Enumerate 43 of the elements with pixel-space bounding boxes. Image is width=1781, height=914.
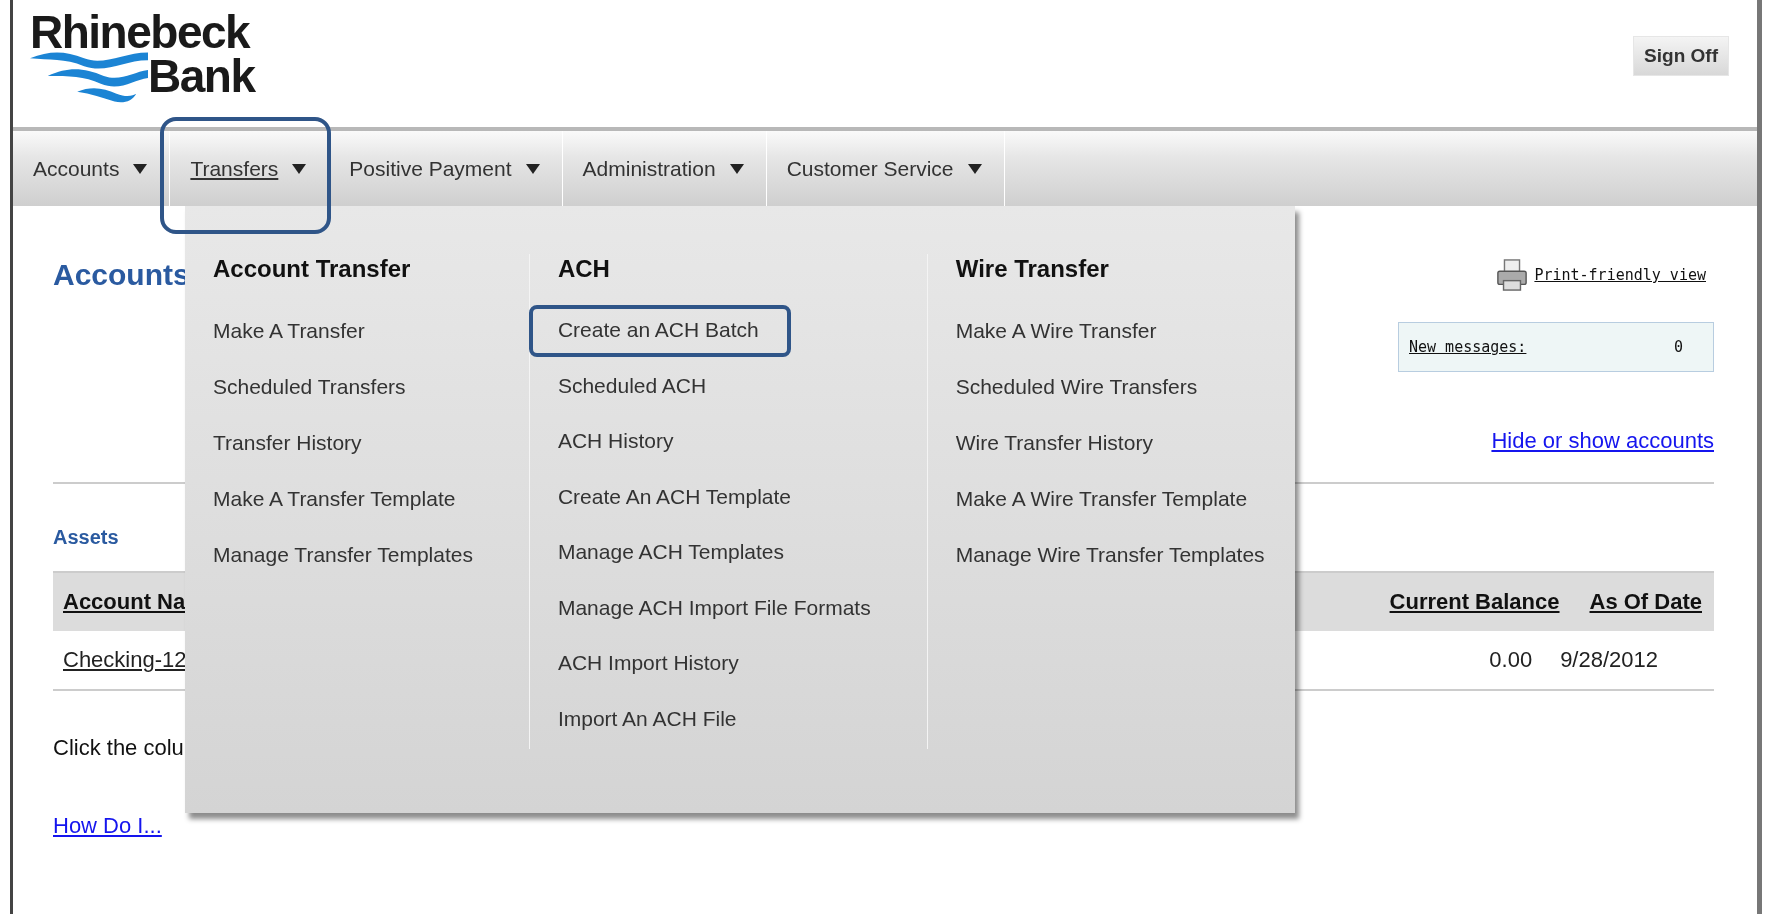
column-header[interactable]: As Of Date xyxy=(1589,589,1702,615)
printer-icon xyxy=(1496,258,1529,292)
message-count: 0 xyxy=(1673,338,1683,356)
menu-item[interactable]: Make A Wire Transfer xyxy=(926,306,1189,358)
menu-column-heading: Account Transfer xyxy=(213,254,411,284)
how-do-i-link[interactable]: How Do I... xyxy=(53,813,162,839)
new-messages-link[interactable]: New messages: xyxy=(1409,338,1527,356)
caret-icon xyxy=(292,163,307,174)
menu-item[interactable]: Transfer History xyxy=(184,418,394,470)
hide-show-accounts-link[interactable]: Hide or show accounts xyxy=(1491,428,1714,454)
bank-logo-name: Rhinebeck xyxy=(30,10,250,54)
menu-item[interactable]: Manage Transfer Templates xyxy=(184,530,505,582)
caret-icon xyxy=(967,163,982,174)
table-cell: 0.00 xyxy=(1489,647,1533,673)
caret-icon xyxy=(525,163,540,174)
caret-icon xyxy=(729,163,744,174)
menu-item[interactable]: Manage ACH Import File Formats xyxy=(528,582,903,635)
menu-item[interactable]: ACH History xyxy=(528,416,706,468)
menu-item[interactable]: Manage ACH Templates xyxy=(528,527,816,579)
menu-column-heading: Wire Transfer xyxy=(955,254,1109,284)
print-friendly-link[interactable]: Print-friendly view xyxy=(1534,266,1706,284)
menu-item[interactable]: Scheduled ACH xyxy=(528,360,739,413)
column-header[interactable]: Current Balance xyxy=(1389,589,1560,615)
caret-icon xyxy=(133,163,148,174)
sign-off-button[interactable]: Sign Off xyxy=(1633,36,1729,76)
menu-item[interactable]: Create an ACH Batch xyxy=(528,305,791,357)
section-heading: Assets xyxy=(53,526,119,549)
menu-item[interactable]: Create An ACH Template xyxy=(528,471,823,524)
menu-item[interactable]: Wire Transfer History xyxy=(926,418,1185,470)
menu-item[interactable]: ACH Import History xyxy=(528,638,771,690)
menu-item[interactable]: Scheduled Transfers xyxy=(184,362,438,414)
menu-item[interactable]: Make A Wire Transfer Template xyxy=(926,474,1280,526)
menu-item[interactable]: Manage Wire Transfer Templates xyxy=(926,530,1297,582)
nav-menu-item[interactable]: Accounts xyxy=(13,131,171,206)
page-title: Accounts xyxy=(53,258,190,292)
menu-item[interactable]: Import An ACH File xyxy=(528,693,769,746)
table-cell: 9/28/2012 xyxy=(1560,647,1658,673)
menu-column-heading: ACH xyxy=(557,254,610,284)
menu-item[interactable]: Make A Transfer xyxy=(184,306,397,358)
hint-text: Click the colu xyxy=(53,735,184,761)
menu-item[interactable]: Make A Transfer Template xyxy=(184,474,488,526)
bank-logo-name: Bank xyxy=(148,53,255,99)
menu-item[interactable]: Scheduled Wire Transfers xyxy=(926,362,1230,414)
